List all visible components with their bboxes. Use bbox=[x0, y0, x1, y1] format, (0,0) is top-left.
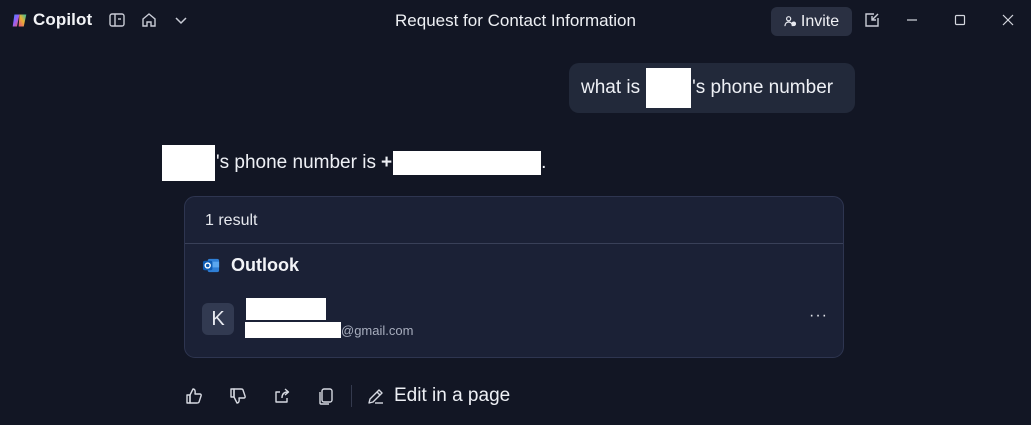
assistant-answer: 's phone number is + . bbox=[162, 145, 546, 181]
response-actions: Edit in a page bbox=[184, 383, 510, 409]
thumbs-up-icon[interactable] bbox=[184, 386, 204, 406]
redacted-contact-name[interactable] bbox=[246, 298, 326, 320]
close-icon[interactable] bbox=[999, 11, 1017, 29]
divider bbox=[185, 243, 843, 244]
user-message-bubble: what is 's phone number bbox=[569, 63, 855, 113]
title-bar: Copilot Request for Contact Information … bbox=[0, 0, 1031, 42]
more-options-button[interactable]: ··· bbox=[809, 307, 828, 325]
maximize-icon[interactable] bbox=[951, 11, 969, 29]
redacted-name bbox=[162, 145, 215, 181]
people-icon bbox=[784, 16, 796, 27]
edit-in-page-button[interactable]: Edit in a page bbox=[366, 385, 510, 407]
redacted-phone bbox=[393, 151, 542, 175]
edit-in-page-label: Edit in a page bbox=[394, 385, 511, 406]
outlook-icon bbox=[202, 258, 220, 273]
answer-period: . bbox=[541, 152, 547, 173]
divider bbox=[351, 385, 352, 407]
user-message-prefix: what is bbox=[581, 77, 641, 98]
result-card: 1 result Outlook K @gmail.com ··· bbox=[184, 196, 844, 358]
answer-text: 's phone number is bbox=[216, 152, 376, 173]
edit-icon bbox=[368, 389, 383, 404]
share-icon[interactable] bbox=[272, 386, 292, 406]
result-count: 1 result bbox=[205, 212, 258, 229]
email-domain: @gmail.com bbox=[341, 322, 414, 338]
source-header: Outlook bbox=[202, 255, 299, 276]
answer-plus: + bbox=[380, 152, 393, 173]
pop-out-icon[interactable] bbox=[863, 11, 881, 29]
copy-icon[interactable] bbox=[316, 386, 336, 406]
redacted-name bbox=[646, 68, 692, 108]
avatar: K bbox=[202, 303, 234, 335]
source-name: Outlook bbox=[231, 255, 299, 275]
user-message-suffix: 's phone number bbox=[692, 77, 834, 98]
invite-label: Invite bbox=[800, 12, 840, 30]
redacted-email-user bbox=[245, 322, 341, 338]
invite-button[interactable]: Invite bbox=[771, 7, 852, 36]
contact-email: @gmail.com bbox=[245, 322, 413, 338]
thumbs-down-icon[interactable] bbox=[228, 386, 248, 406]
minimize-icon[interactable] bbox=[903, 11, 921, 29]
